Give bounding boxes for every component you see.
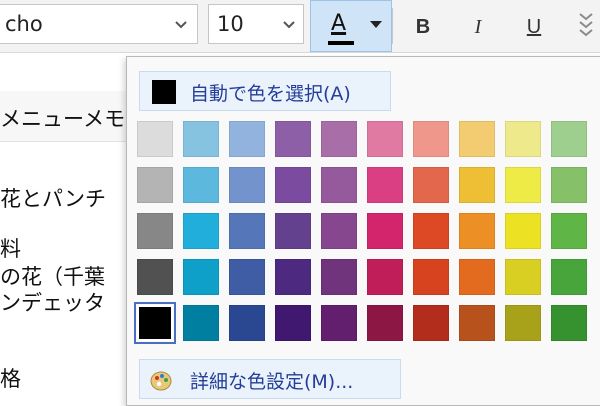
color-swatch[interactable] — [229, 213, 265, 249]
color-swatch[interactable] — [551, 167, 587, 203]
color-swatch[interactable] — [367, 167, 403, 203]
color-swatch[interactable] — [275, 121, 311, 157]
color-swatch[interactable] — [137, 167, 173, 203]
color-swatch[interactable] — [229, 259, 265, 295]
font-color-menu: 自動で色を選択(A) 詳細な色設定(M)... — [126, 56, 600, 406]
palette-icon — [150, 371, 172, 391]
color-swatch[interactable] — [134, 302, 176, 344]
color-swatch[interactable] — [413, 121, 449, 157]
automatic-color-option[interactable]: 自動で色を選択(A) — [139, 71, 391, 111]
color-swatch[interactable] — [183, 167, 219, 203]
color-swatch[interactable] — [505, 121, 541, 157]
color-swatch[interactable] — [321, 305, 357, 341]
font-color-icon: A — [331, 11, 347, 36]
color-swatch[interactable] — [459, 167, 495, 203]
formatting-toolbar: cho 10 A B I U — [0, 0, 600, 53]
color-swatch[interactable] — [551, 121, 587, 157]
color-swatch[interactable] — [551, 259, 587, 295]
chevron-down-icon — [175, 21, 187, 29]
color-swatch[interactable] — [367, 213, 403, 249]
doc-line: 花とパンチ — [0, 187, 107, 211]
automatic-color-label: 自動で色を選択(A) — [190, 83, 351, 105]
color-swatch[interactable] — [459, 305, 495, 341]
color-swatch[interactable] — [459, 213, 495, 249]
color-swatch[interactable] — [321, 213, 357, 249]
more-options-icon[interactable] — [574, 10, 598, 42]
color-swatch[interactable] — [459, 121, 495, 157]
color-swatch[interactable] — [505, 167, 541, 203]
font-name-value: cho — [5, 12, 43, 36]
bold-button[interactable]: B — [403, 8, 443, 46]
doc-line: ンデェッタ — [0, 291, 105, 315]
color-swatch[interactable] — [321, 167, 357, 203]
dropdown-caret-icon[interactable] — [369, 17, 383, 31]
doc-line: メニューメモ — [0, 107, 126, 131]
more-colors-label: 詳細な色設定(M)... — [190, 371, 354, 393]
underline-button[interactable]: U — [514, 8, 554, 46]
doc-line: 料 — [0, 237, 21, 261]
color-swatch[interactable] — [505, 259, 541, 295]
color-swatch[interactable] — [183, 121, 219, 157]
color-swatch[interactable] — [505, 213, 541, 249]
color-swatch[interactable] — [275, 305, 311, 341]
color-swatch[interactable] — [551, 305, 587, 341]
color-swatch[interactable] — [321, 121, 357, 157]
color-swatch[interactable] — [367, 305, 403, 341]
color-swatch[interactable] — [367, 121, 403, 157]
color-swatch[interactable] — [229, 121, 265, 157]
color-swatch[interactable] — [137, 259, 173, 295]
color-swatch[interactable] — [137, 213, 173, 249]
color-swatch[interactable] — [413, 213, 449, 249]
color-swatch[interactable] — [321, 259, 357, 295]
color-swatch[interactable] — [505, 305, 541, 341]
color-swatch[interactable] — [275, 259, 311, 295]
color-swatch[interactable] — [229, 167, 265, 203]
color-swatch[interactable] — [137, 121, 173, 157]
more-colors-option[interactable]: 詳細な色設定(M)... — [139, 359, 401, 399]
doc-line: 格 — [0, 367, 21, 391]
color-swatch[interactable] — [183, 213, 219, 249]
automatic-color-swatch — [152, 80, 176, 104]
color-swatch[interactable] — [229, 305, 265, 341]
color-swatch[interactable] — [413, 259, 449, 295]
color-swatch[interactable] — [275, 213, 311, 249]
font-color-bar — [328, 41, 354, 45]
font-color-button[interactable]: A — [310, 0, 392, 52]
color-swatch[interactable] — [413, 305, 449, 341]
font-name-combobox[interactable]: cho — [0, 4, 198, 44]
document-area: メニューメモ 花とパンチ 料 の花（千葉 ンデェッタ 格 — [0, 53, 130, 400]
chevron-down-icon — [283, 21, 295, 29]
font-size-combobox[interactable]: 10 — [208, 4, 304, 44]
toolbar-separator — [392, 8, 393, 44]
color-swatch[interactable] — [459, 259, 495, 295]
italic-button[interactable]: I — [458, 8, 498, 46]
color-swatch[interactable] — [551, 213, 587, 249]
color-swatch[interactable] — [413, 167, 449, 203]
color-swatch[interactable] — [183, 259, 219, 295]
color-swatch[interactable] — [367, 259, 403, 295]
font-size-value: 10 — [217, 12, 244, 36]
color-swatch[interactable] — [183, 305, 219, 341]
color-swatch[interactable] — [275, 167, 311, 203]
